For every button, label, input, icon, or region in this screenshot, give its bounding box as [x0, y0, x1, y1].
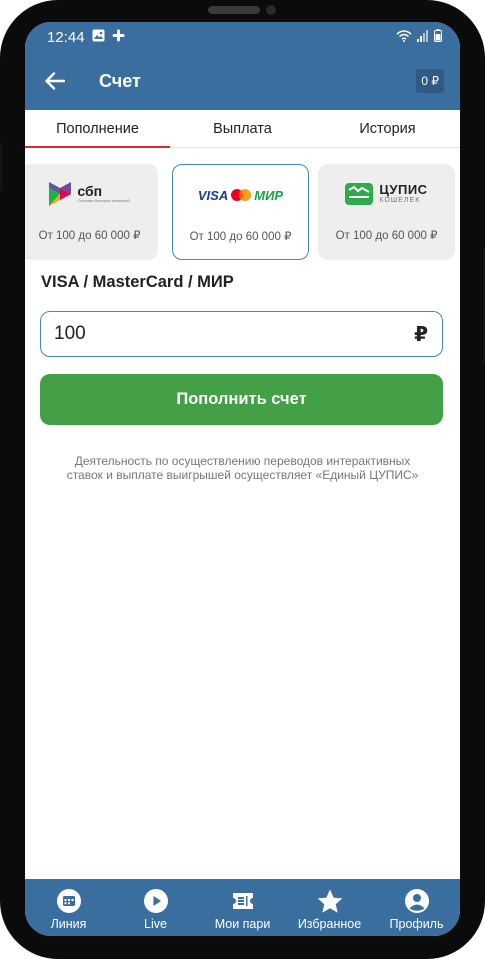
cupis-logo-subtext: КОШЕЛЕК: [379, 197, 421, 204]
cupis-wallet-icon: [345, 183, 374, 205]
profile-icon: [404, 888, 430, 914]
ticket-icon: [230, 888, 256, 914]
section-title: VISA / MasterCard / МИР: [41, 273, 234, 291]
front-camera: [266, 5, 276, 15]
nav-item-line[interactable]: Линия: [25, 879, 112, 936]
amount-input[interactable]: 100 ₽: [40, 311, 443, 357]
cupis-logo: ЦУПИС КОШЕЛЕК: [318, 180, 455, 208]
payment-methods: сбп Система быстрых платежей От 100 до 6…: [25, 164, 460, 262]
sbp-logo-text: сбп: [77, 183, 103, 199]
nav-item-my-bets[interactable]: Мои пари: [199, 879, 286, 936]
mastercard-icon: [231, 189, 252, 201]
amount-value: 100: [54, 323, 86, 344]
app-bar: Счет 0 ₽: [25, 52, 460, 110]
status-bar: 12:44: [25, 22, 460, 52]
star-icon: [317, 888, 343, 914]
disclaimer-text: Деятельность по осуществлению переводов …: [66, 454, 419, 482]
visa-mc-mir-logo: VISA МИР: [173, 181, 308, 209]
arrow-left-icon: [45, 72, 65, 90]
method-card-cupis[interactable]: ЦУПИС КОШЕЛЕК От 100 до 60 000 ₽: [318, 164, 455, 260]
wifi-icon: [396, 29, 412, 46]
method-range: От 100 до 60 000 ₽: [335, 230, 438, 242]
calendar-icon: [56, 888, 82, 914]
method-range: От 100 до 60 000 ₽: [38, 230, 141, 242]
sbp-logo-subtext: Система быстрых платежей: [77, 198, 130, 203]
nav-item-profile[interactable]: Профиль: [373, 879, 460, 936]
tab-history[interactable]: История: [315, 110, 460, 147]
method-range: От 100 до 60 000 ₽: [189, 231, 292, 243]
nav-label: Линия: [50, 917, 87, 931]
account-tabs: Пополнение Выплата История: [25, 110, 460, 148]
speaker-grille: [208, 6, 260, 14]
top-up-button[interactable]: Пополнить счет: [40, 374, 443, 425]
mir-logo-text: МИР: [254, 187, 284, 203]
nav-label: Live: [144, 917, 167, 931]
cupis-logo-text: ЦУПИС: [379, 182, 428, 197]
sbp-logo: сбп Система быстрых платежей: [25, 180, 158, 208]
volume-button: [0, 142, 2, 192]
nav-item-favorites[interactable]: Избранное: [286, 879, 373, 936]
page-title: Счет: [99, 70, 141, 91]
method-card-sbp[interactable]: сбп Система быстрых платежей От 100 до 6…: [25, 164, 158, 260]
method-card-visa-mir[interactable]: VISA МИР От 100 до 60 000 ₽: [172, 164, 309, 260]
screen: 12:44 Счет 0 ₽ Пополнение Выплата Истори…: [25, 22, 460, 936]
back-button[interactable]: [39, 65, 71, 97]
nav-item-live[interactable]: Live: [112, 879, 199, 936]
currency-symbol: ₽: [414, 323, 428, 346]
slack-notification-icon: [112, 29, 125, 46]
phone-frame: 12:44 Счет 0 ₽ Пополнение Выплата Истори…: [0, 0, 485, 959]
sbp-logo-icon: [49, 182, 72, 206]
balance-badge[interactable]: 0 ₽: [416, 69, 444, 93]
gallery-notification-icon: [92, 29, 105, 46]
bottom-nav: Линия Live Мои пари Избранное Профиль: [25, 879, 460, 936]
battery-icon: [434, 28, 442, 46]
tab-withdrawal[interactable]: Выплата: [170, 110, 315, 147]
status-time: 12:44: [47, 28, 85, 46]
visa-logo-text: VISA: [197, 187, 229, 203]
nav-label: Профиль: [389, 917, 444, 931]
nav-label: Избранное: [297, 917, 362, 931]
play-icon: [143, 888, 169, 914]
nav-label: Мои пари: [214, 917, 271, 931]
tab-deposit[interactable]: Пополнение: [25, 110, 170, 148]
signal-icon: [417, 29, 429, 46]
